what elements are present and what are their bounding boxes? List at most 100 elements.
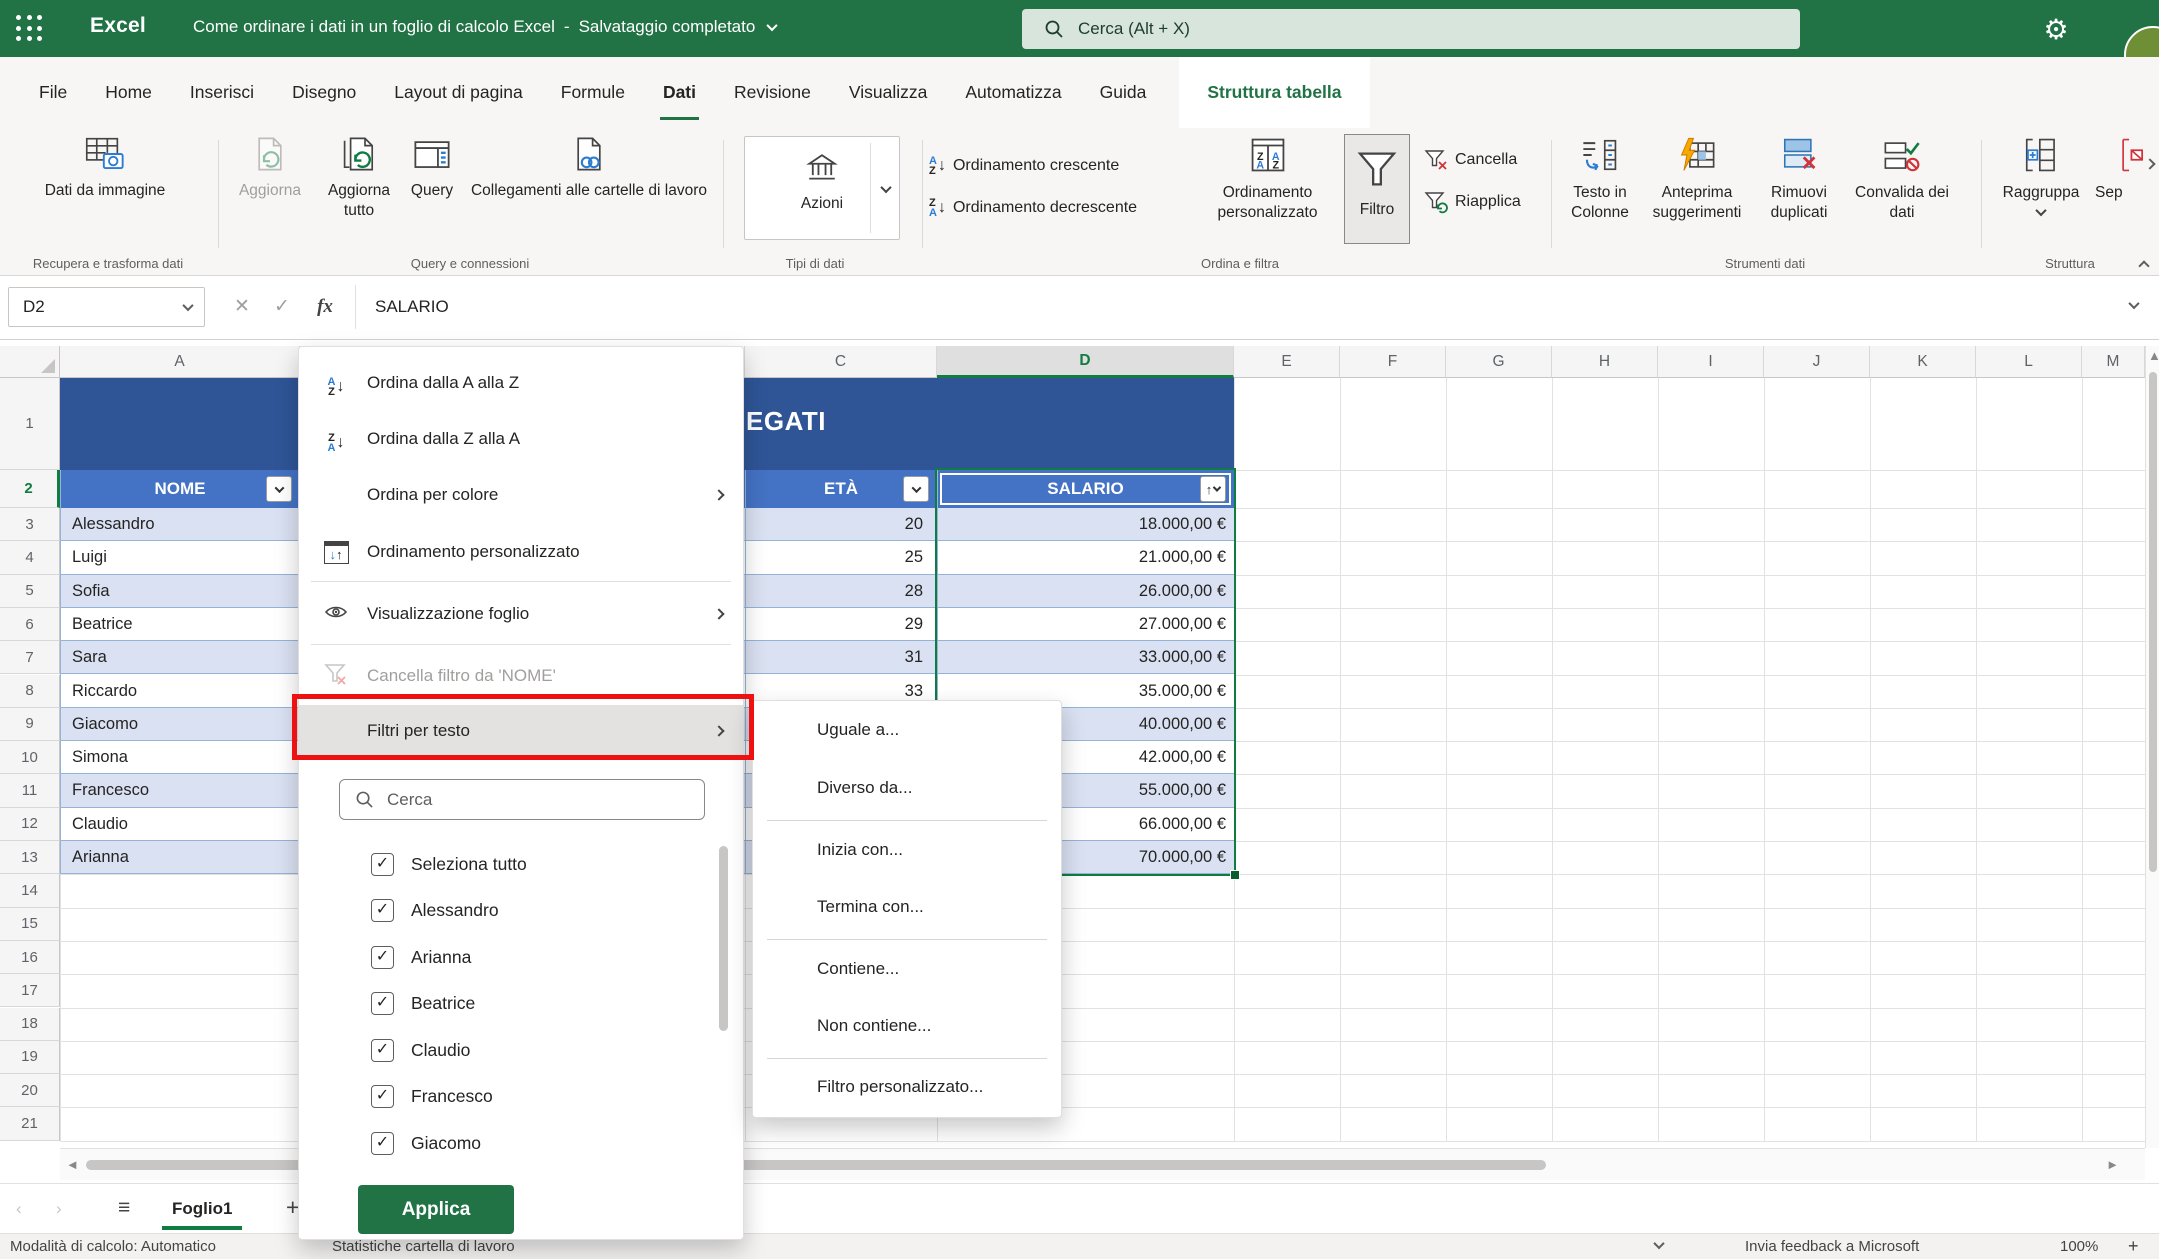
- column-header-M[interactable]: M: [2082, 346, 2145, 378]
- azioni-datatype-dropdown[interactable]: Azioni: [744, 136, 900, 240]
- cell-eta-6[interactable]: 29: [745, 608, 923, 641]
- cell-nome-6[interactable]: Beatrice: [72, 608, 133, 641]
- filter-checkbox-beatrice[interactable]: ✓Beatrice: [371, 984, 475, 1024]
- confirm-entry-button[interactable]: ✓: [262, 287, 302, 327]
- cell-eta-7[interactable]: 31: [745, 641, 923, 674]
- workbook-links-button[interactable]: Collegamenti alle cartelle di lavoro: [466, 136, 712, 201]
- tab-struttura-tabella[interactable]: Struttura tabella: [1179, 57, 1369, 128]
- text-filter-option-0[interactable]: Uguale a...: [753, 704, 1061, 756]
- cell-nome-11[interactable]: Francesco: [72, 774, 149, 807]
- text-filter-option-1[interactable]: Diverso da...: [753, 762, 1061, 814]
- cell-eta-5[interactable]: 28: [745, 575, 923, 608]
- filter-checkbox-francesco[interactable]: ✓Francesco: [371, 1077, 493, 1117]
- menu-item-0[interactable]: AZ↓Ordina dalla A alla Z: [299, 358, 743, 408]
- sort-ascending-button[interactable]: AZ↓ Ordinamento crescente: [929, 156, 1119, 176]
- row-header-21[interactable]: 21: [0, 1107, 60, 1140]
- text-filter-option-5[interactable]: Non contiene...: [753, 1000, 1061, 1052]
- cell-eta-3[interactable]: 20: [745, 508, 923, 541]
- tab-guida[interactable]: Guida: [1081, 57, 1166, 128]
- menu-item-2[interactable]: Ordina per colore: [299, 470, 743, 520]
- collapse-ribbon-icon[interactable]: [2138, 260, 2149, 271]
- column-header-I[interactable]: I: [1658, 346, 1764, 378]
- row-header-15[interactable]: 15: [0, 908, 60, 941]
- row-header-9[interactable]: 9: [0, 708, 60, 741]
- sort-descending-button[interactable]: ZA↓ Ordinamento decrescente: [929, 198, 1137, 218]
- row-header-3[interactable]: 3: [0, 508, 60, 541]
- text-filter-option-2[interactable]: Inizia con...: [753, 824, 1061, 876]
- filter-checkbox-arianna[interactable]: ✓Arianna: [371, 937, 471, 977]
- row-header-10[interactable]: 10: [0, 741, 60, 774]
- column-header-D[interactable]: D: [937, 346, 1234, 378]
- filter-checkbox-claudio[interactable]: ✓Claudio: [371, 1030, 470, 1070]
- row-header-11[interactable]: 11: [0, 774, 60, 807]
- custom-sort-button[interactable]: Z A A Z Ordinamento personalizzato: [1205, 136, 1330, 223]
- tab-formule[interactable]: Formule: [542, 57, 644, 128]
- document-title[interactable]: Come ordinare i dati in un foglio di cal…: [193, 17, 776, 37]
- fill-handle[interactable]: [1230, 870, 1240, 880]
- cell-nome-13[interactable]: Arianna: [72, 841, 129, 874]
- text-to-columns-button[interactable]: Testo in Colonne: [1560, 136, 1640, 223]
- cell-nome-9[interactable]: Giacomo: [72, 708, 138, 741]
- cell-nome-10[interactable]: Simona: [72, 741, 128, 774]
- zoom-level[interactable]: 100%: [2060, 1238, 2098, 1255]
- search-input[interactable]: Cerca (Alt + X): [1022, 9, 1800, 49]
- row-header-18[interactable]: 18: [0, 1008, 60, 1041]
- tab-layout-di-pagina[interactable]: Layout di pagina: [375, 57, 541, 128]
- row-header-19[interactable]: 19: [0, 1041, 60, 1074]
- formula-input[interactable]: SALARIO: [375, 287, 449, 327]
- menu-scroll-thumb[interactable]: [719, 846, 728, 1031]
- query-button[interactable]: Query: [404, 136, 460, 201]
- scroll-left-icon[interactable]: ◄: [66, 1157, 79, 1172]
- cell-nome-12[interactable]: Claudio: [72, 808, 128, 841]
- chevron-down-icon[interactable]: [1653, 1238, 1664, 1249]
- cell-nome-5[interactable]: Sofia: [72, 575, 110, 608]
- menu-item-5[interactable]: Cancella filtro da 'NOME': [299, 651, 743, 701]
- row-header-8[interactable]: 8: [0, 675, 60, 708]
- column-header-H[interactable]: H: [1552, 346, 1658, 378]
- row-header-2[interactable]: 2: [0, 470, 60, 508]
- column-header-C[interactable]: C: [745, 346, 937, 378]
- text-filter-option-4[interactable]: Contiene...: [753, 943, 1061, 995]
- cell-salario-6[interactable]: 27.000,00 €: [937, 608, 1226, 641]
- row-header-5[interactable]: 5: [0, 575, 60, 608]
- data-validation-button[interactable]: Convalida dei dati: [1846, 136, 1958, 223]
- vertical-scroll-thumb[interactable]: [2149, 372, 2157, 872]
- filter-button-c[interactable]: [903, 476, 929, 502]
- cell-salario-4[interactable]: 21.000,00 €: [937, 541, 1226, 574]
- filter-checkbox-giacomo[interactable]: ✓Giacomo: [371, 1123, 481, 1163]
- zoom-in-button[interactable]: +: [2128, 1236, 2139, 1257]
- tab-automatizza[interactable]: Automatizza: [946, 57, 1080, 128]
- scroll-up-icon[interactable]: ▲: [2148, 348, 2159, 363]
- menu-item-3[interactable]: ↓↑Ordinamento personalizzato: [299, 527, 743, 577]
- feedback-link[interactable]: Invia feedback a Microsoft: [1745, 1238, 1919, 1255]
- text-filter-option-6[interactable]: Filtro personalizzato...: [753, 1061, 1061, 1113]
- tab-visualizza[interactable]: Visualizza: [830, 57, 946, 128]
- row-header-4[interactable]: 4: [0, 541, 60, 574]
- column-header-L[interactable]: L: [1976, 346, 2082, 378]
- cell-nome-3[interactable]: Alessandro: [72, 508, 155, 541]
- cell-nome-4[interactable]: Luigi: [72, 541, 107, 574]
- data-from-picture-button[interactable]: Dati da immagine: [30, 136, 180, 201]
- cell-salario-7[interactable]: 33.000,00 €: [937, 641, 1226, 674]
- row-header-7[interactable]: 7: [0, 641, 60, 674]
- column-header-J[interactable]: J: [1764, 346, 1870, 378]
- menu-item-6[interactable]: Filtri per testo: [299, 705, 743, 757]
- row-header-20[interactable]: 20: [0, 1074, 60, 1107]
- tab-home[interactable]: Home: [86, 57, 171, 128]
- tab-file[interactable]: File: [20, 57, 86, 128]
- cell-salario-5[interactable]: 26.000,00 €: [937, 575, 1226, 608]
- filter-toggle-button[interactable]: Filtro: [1344, 134, 1410, 244]
- filter-button-d-sorted-asc[interactable]: ↑: [1200, 476, 1226, 502]
- row-header-14[interactable]: 14: [0, 874, 60, 907]
- column-header-K[interactable]: K: [1870, 346, 1976, 378]
- text-filter-option-3[interactable]: Termina con...: [753, 881, 1061, 933]
- cancel-entry-button[interactable]: ✕: [222, 287, 262, 327]
- cell-eta-4[interactable]: 25: [745, 541, 923, 574]
- settings-gear-icon[interactable]: ⚙: [2036, 10, 2076, 50]
- sheet-tab-foglio1[interactable]: Foglio1: [158, 1184, 246, 1233]
- cell-nome-8[interactable]: Riccardo: [72, 675, 137, 708]
- menu-item-4[interactable]: Visualizzazione foglio: [299, 589, 743, 639]
- calc-mode-status[interactable]: Modalità di calcolo: Automatico: [10, 1238, 216, 1255]
- tab-inserisci[interactable]: Inserisci: [171, 57, 273, 128]
- app-launcher-icon[interactable]: [16, 15, 44, 43]
